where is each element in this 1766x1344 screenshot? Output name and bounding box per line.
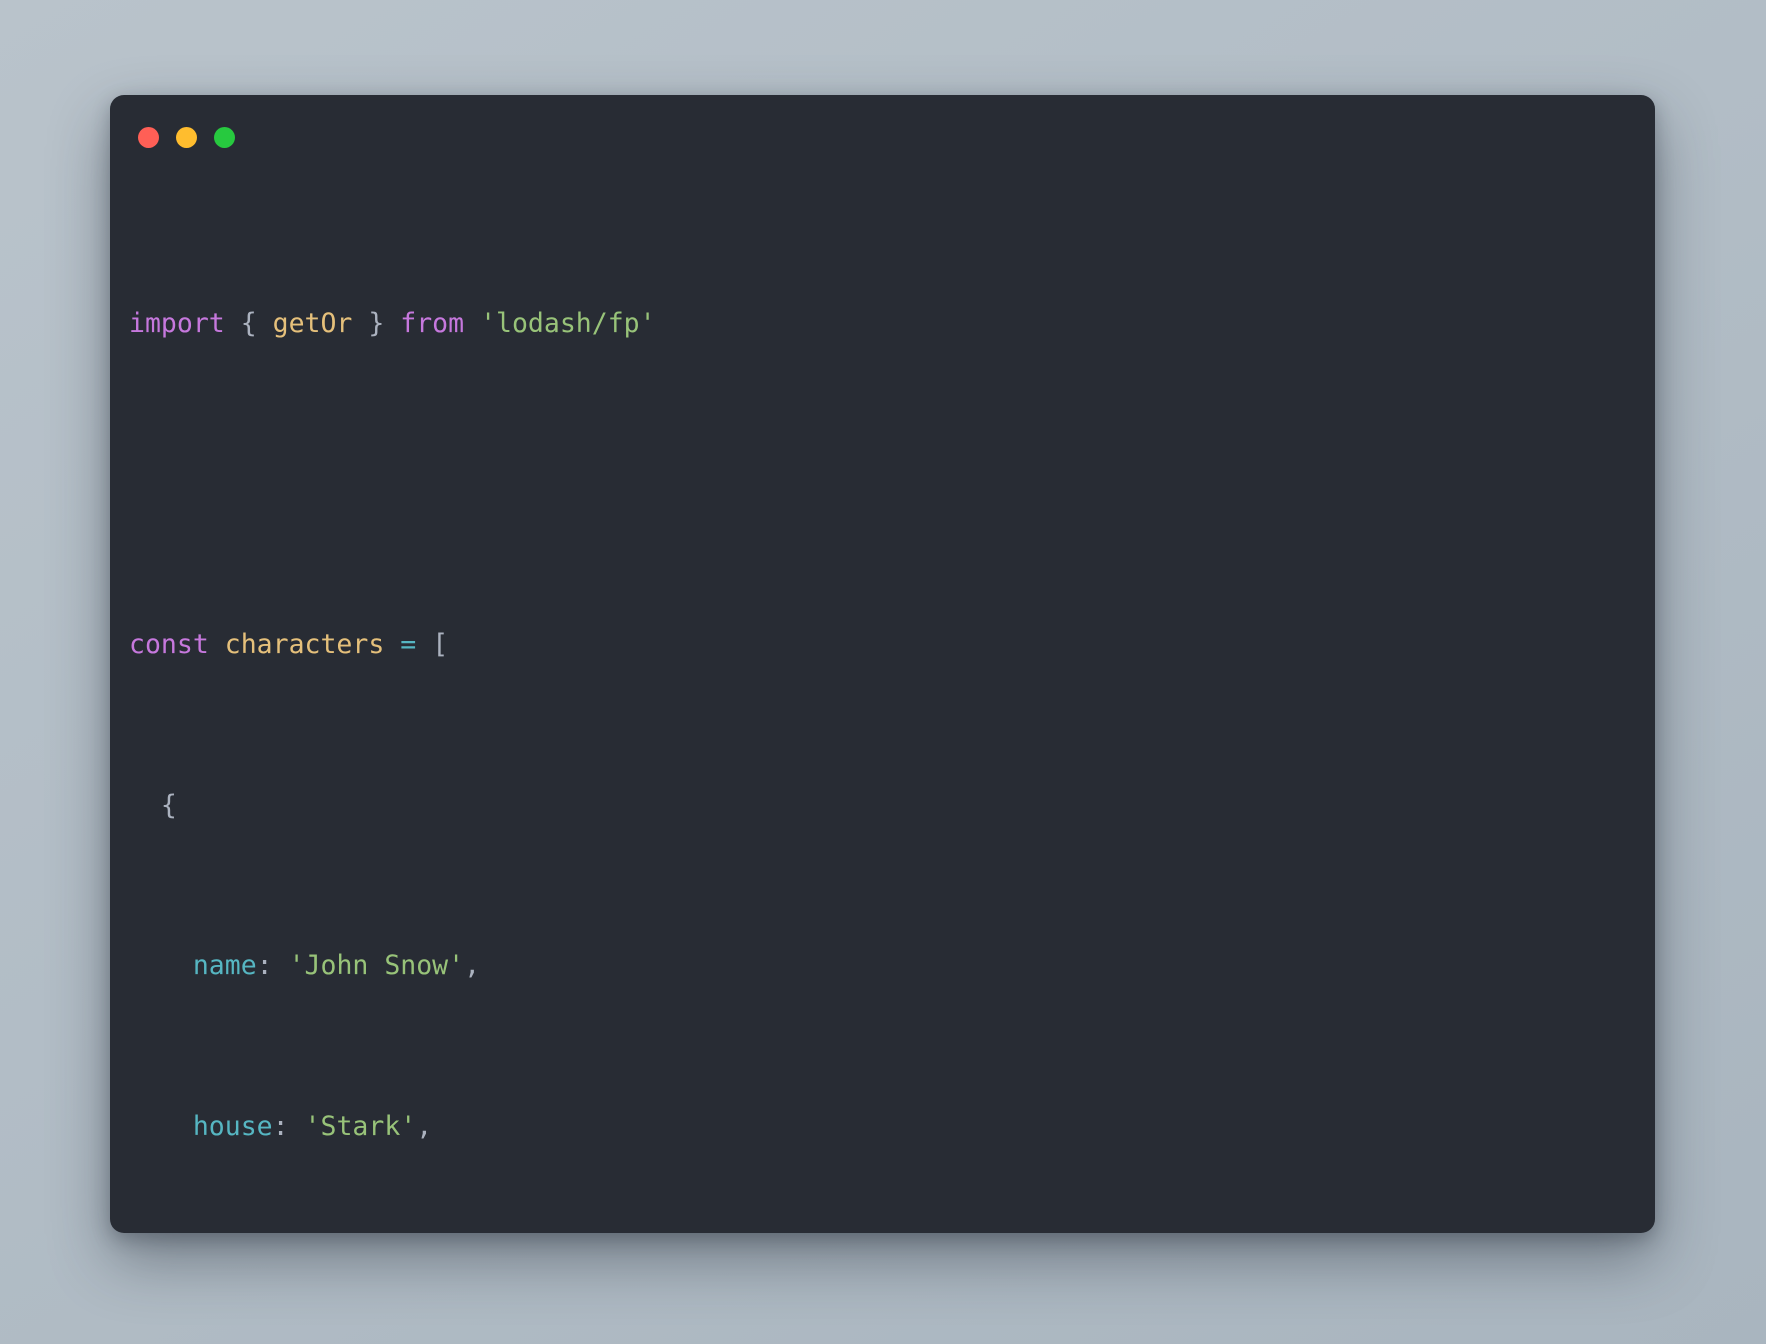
code-block[interactable]: import { getOr } from 'lodash/fp' const … — [129, 180, 1645, 1233]
code-line-1: import { getOr } from 'lodash/fp' — [129, 308, 1645, 340]
code-line-4: { — [129, 790, 1645, 822]
token-import-keyword: import — [129, 308, 225, 340]
token-import-brace-close: } — [352, 308, 401, 340]
code-window: import { getOr } from 'lodash/fp' const … — [110, 95, 1655, 1233]
token-const-keyword: const — [129, 629, 209, 661]
close-button[interactable] — [138, 127, 159, 148]
token-key-name: name — [192, 950, 257, 982]
token-value-stark: 'Stark' — [304, 1110, 417, 1142]
token-object-open: { — [160, 789, 177, 821]
token-key-house: house — [192, 1110, 273, 1142]
token-array-open: [ — [432, 629, 449, 661]
code-line-3: const characters = [ — [129, 629, 1645, 661]
token-const-name: characters — [224, 629, 385, 661]
maximize-button[interactable] — [214, 127, 235, 148]
token-comma: , — [464, 950, 481, 982]
token-value-john-snow: 'John Snow' — [288, 950, 465, 982]
token-module-path: 'lodash/fp' — [480, 308, 656, 340]
token-colon: : — [256, 950, 273, 982]
minimize-button[interactable] — [176, 127, 197, 148]
token-import-binding: getOr — [272, 308, 353, 340]
token-comma: , — [416, 1110, 433, 1142]
token-assign-operator: = — [400, 629, 417, 661]
code-line-6: house: 'Stark', — [129, 1111, 1645, 1143]
window-titlebar — [138, 127, 235, 148]
token-import-brace-open: { — [224, 308, 273, 340]
token-colon: : — [272, 1110, 289, 1142]
token-from-keyword: from — [400, 308, 465, 340]
code-line-5: name: 'John Snow', — [129, 950, 1645, 982]
screen: import { getOr } from 'lodash/fp' const … — [0, 0, 1766, 1344]
